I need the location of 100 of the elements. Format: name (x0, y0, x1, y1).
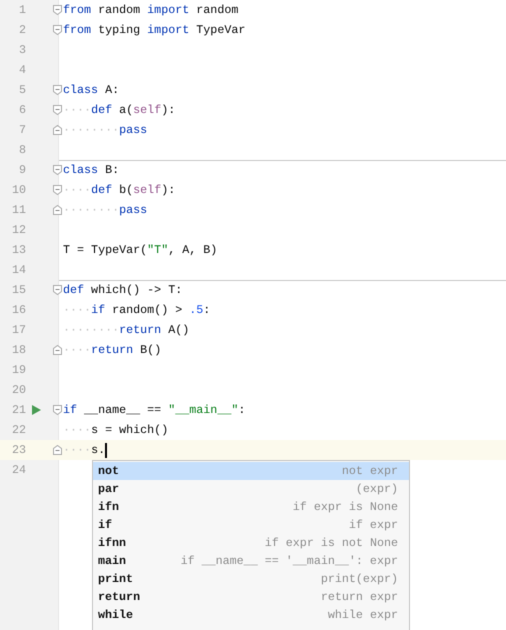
completion-item[interactable]: return return expr (93, 588, 409, 606)
code-token: B: (104, 163, 120, 177)
line-number: 17 (10, 323, 26, 337)
code-token: def (91, 103, 112, 117)
line-number: 16 (10, 303, 26, 317)
code-token: s. (91, 443, 106, 457)
completion-name: print (98, 572, 134, 586)
code-token: self (133, 183, 162, 197)
code-token: : (238, 403, 246, 417)
line-number: 5 (18, 83, 26, 97)
code-token: s = which() (91, 423, 168, 437)
code-token: import (147, 23, 190, 37)
code-token: typing (97, 23, 142, 37)
code-token: : (203, 303, 210, 317)
line-number: 11 (10, 203, 26, 217)
code-token: if (91, 303, 106, 317)
completion-hint: not expr (342, 464, 398, 478)
code-token: import (147, 3, 190, 17)
line-number: 19 (10, 363, 26, 377)
fold-icon[interactable] (53, 125, 62, 135)
code-token: return (119, 323, 162, 337)
whitespace-dots: ···· (63, 303, 92, 317)
completion-item[interactable]: main if __name__ == '__main__': expr (93, 552, 409, 570)
code-token: which() -> T: (90, 283, 182, 297)
whitespace-dots: ········ (63, 203, 120, 217)
code-token: ): (161, 183, 176, 197)
line-number: 6 (18, 103, 26, 117)
fold-icon[interactable] (53, 285, 62, 295)
code-token: , A, B) (168, 243, 218, 257)
line-number: 8 (18, 143, 26, 157)
code-token: a( (118, 103, 134, 117)
fold-icon[interactable] (53, 205, 62, 215)
completion-hint: print(expr) (320, 572, 398, 586)
line-number: 15 (10, 283, 26, 297)
line-number: 2 (18, 23, 26, 37)
whitespace-dots: ···· (63, 183, 92, 197)
code-token: self (133, 103, 162, 117)
completion-name: ifnn (98, 536, 126, 550)
completion-hint: return expr (320, 590, 398, 604)
fold-icon[interactable] (53, 85, 62, 95)
code-token: def (63, 283, 84, 297)
completion-hint: (expr) (356, 482, 398, 496)
completion-name: not (98, 464, 120, 478)
line-number: 13 (10, 243, 26, 257)
code-token: T = TypeVar( (63, 243, 148, 257)
line-number: 1 (18, 3, 26, 17)
completion-hint: while expr (328, 608, 398, 622)
whitespace-dots: ···· (63, 423, 92, 437)
fold-icon[interactable] (53, 345, 62, 355)
whitespace-dots: ···· (63, 443, 92, 457)
fold-icon[interactable] (53, 445, 62, 455)
line-number: 4 (18, 63, 26, 77)
code-token: def (91, 183, 112, 197)
line-number: 23 (10, 443, 26, 457)
whitespace-dots: ···· (63, 343, 92, 357)
code-token: B() (139, 343, 162, 357)
whitespace-dots: ···· (63, 103, 92, 117)
code-token: __name__ == (83, 403, 162, 417)
fold-icon[interactable] (53, 405, 62, 415)
fold-icon[interactable] (53, 185, 62, 195)
completion-hint: if expr is not None (264, 536, 398, 550)
code-token: return (91, 343, 134, 357)
completion-hint: if expr (348, 518, 398, 532)
code-token: "T" (147, 243, 168, 257)
code-token: class (63, 83, 98, 97)
completion-item[interactable]: if if expr (93, 516, 409, 534)
completion-item[interactable]: not not expr (93, 462, 409, 480)
code-token: b( (118, 183, 134, 197)
completion-hint: if __name__ == '__main__': expr (180, 554, 398, 568)
code-token: TypeVar (195, 23, 246, 37)
fold-icon[interactable] (53, 5, 62, 15)
run-icon[interactable] (32, 405, 41, 415)
code-token: random (97, 3, 142, 17)
line-number: 24 (10, 463, 26, 477)
code-token: from (63, 3, 92, 17)
completion-name: return (98, 590, 140, 604)
whitespace-dots: ········ (63, 323, 120, 337)
code-token: A() (167, 323, 190, 337)
fold-icon[interactable] (53, 105, 62, 115)
code-token: class (63, 163, 98, 177)
fold-icon[interactable] (53, 165, 62, 175)
completion-item[interactable]: while while expr (93, 606, 409, 624)
code-token: .5 (189, 303, 204, 317)
line-number: 9 (18, 163, 26, 177)
completion-item[interactable]: par (expr) (93, 480, 409, 498)
completion-item[interactable]: ifnn if expr is not None (93, 534, 409, 552)
code-token: random (195, 3, 238, 17)
line-number: 18 (10, 343, 26, 357)
code-token: pass (119, 203, 148, 217)
completion-name: main (98, 554, 126, 568)
code-token: "__main__" (168, 403, 238, 417)
line-number: 14 (10, 263, 26, 277)
code-token: random() > (111, 303, 184, 317)
completion-item[interactable]: ifn if expr is None (93, 498, 409, 516)
line-number: 7 (18, 123, 26, 137)
completion-item[interactable]: print print(expr) (93, 570, 409, 588)
code-token: pass (119, 123, 148, 137)
code-token: if (63, 403, 78, 417)
completion-hint: if expr is None (292, 500, 398, 514)
fold-icon[interactable] (53, 25, 62, 35)
